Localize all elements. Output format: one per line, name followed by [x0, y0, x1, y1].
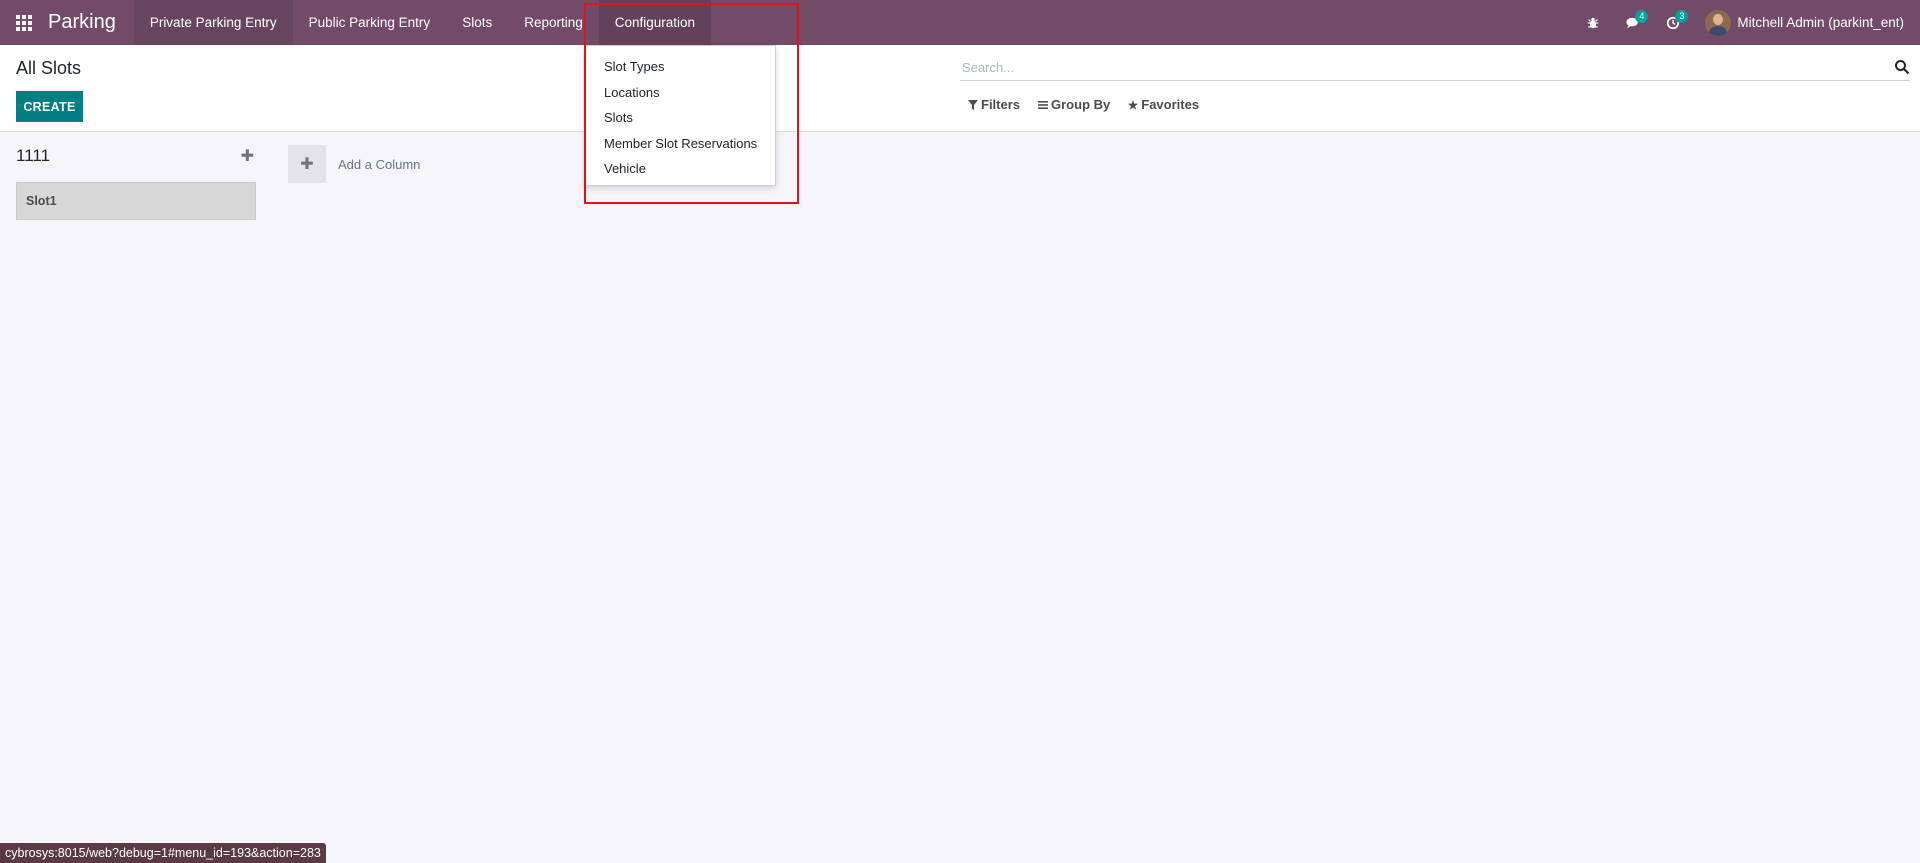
- group-by-button[interactable]: Group By: [1038, 97, 1110, 112]
- quick-create-plus-icon[interactable]: ✚: [241, 146, 256, 166]
- user-name: Mitchell Admin (parkint_ent): [1737, 15, 1904, 30]
- dropdown-item-locations[interactable]: Locations: [586, 80, 775, 106]
- avatar: [1705, 9, 1732, 36]
- link-status-bar: cybrosys:8015/web?debug=1#menu_id=193&ac…: [0, 843, 326, 863]
- dropdown-item-slot-types[interactable]: Slot Types: [586, 54, 775, 80]
- configuration-dropdown: Slot Types Locations Slots Member Slot R…: [585, 45, 776, 186]
- menu-private-parking-entry[interactable]: Private Parking Entry: [133, 0, 293, 45]
- dropdown-item-vehicle[interactable]: Vehicle: [586, 156, 775, 182]
- search-bar: [960, 54, 1910, 81]
- debug-bug-icon[interactable]: [1573, 0, 1613, 45]
- menu-slots[interactable]: Slots: [446, 0, 508, 45]
- activities-count-badge: 3: [1675, 10, 1689, 23]
- top-navbar: Parking Private Parking Entry Public Par…: [0, 0, 1920, 45]
- filter-icon: [968, 99, 978, 110]
- add-column-label: Add a Column: [338, 156, 421, 172]
- kanban-column-title: 1111: [16, 146, 51, 165]
- menu-public-parking-entry[interactable]: Public Parking Entry: [293, 0, 447, 45]
- search-icon[interactable]: [1894, 59, 1910, 75]
- main-menu: Private Parking Entry Public Parking Ent…: [133, 0, 712, 45]
- messaging-button[interactable]: 4: [1613, 0, 1653, 45]
- plus-icon: ✚: [288, 145, 326, 183]
- menu-reporting[interactable]: Reporting: [508, 0, 599, 45]
- dropdown-item-member-slot-reservations[interactable]: Member Slot Reservations: [586, 131, 775, 157]
- filters-label: Filters: [981, 97, 1021, 112]
- group-by-label: Group By: [1051, 97, 1111, 112]
- search-input[interactable]: [960, 54, 1880, 80]
- kanban-column-header: 1111 ✚: [16, 140, 256, 172]
- app-brand[interactable]: Parking: [48, 0, 134, 45]
- create-button[interactable]: CREATE: [16, 91, 83, 122]
- favorites-label: Favorites: [1141, 97, 1200, 112]
- control-panel: All Slots CREATE Filters Group By: [0, 45, 1920, 132]
- search-options: Filters Group By Favorites: [968, 97, 1199, 112]
- navbar-systray: 4 3 Mitchell Admin (parkint_ent): [1573, 0, 1920, 45]
- star-icon: [1128, 99, 1139, 110]
- filters-button[interactable]: Filters: [968, 97, 1020, 112]
- favorites-button[interactable]: Favorites: [1128, 97, 1199, 112]
- messages-count-badge: 4: [1635, 10, 1649, 23]
- add-column-button[interactable]: ✚ Add a Column: [288, 145, 420, 183]
- page-title: All Slots: [16, 58, 82, 78]
- kanban-card[interactable]: Slot1: [16, 182, 256, 220]
- bug-icon: [1588, 17, 1599, 28]
- bars-icon: [1038, 100, 1049, 109]
- kanban-column: 1111 ✚ Slot1: [16, 140, 256, 220]
- dropdown-item-slots[interactable]: Slots: [586, 105, 775, 131]
- menu-configuration[interactable]: Configuration: [598, 0, 712, 45]
- user-menu[interactable]: Mitchell Admin (parkint_ent): [1693, 0, 1920, 45]
- apps-menu-icon[interactable]: [0, 0, 48, 45]
- activities-button[interactable]: 3: [1653, 0, 1693, 45]
